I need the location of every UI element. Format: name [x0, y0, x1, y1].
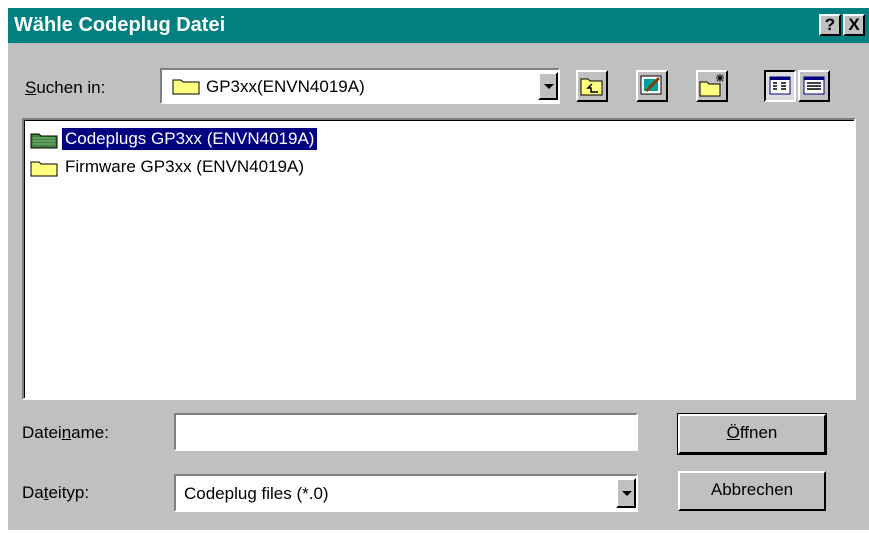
dialog-title: Wähle Codeplug Datei: [14, 14, 226, 36]
details-view-icon: [803, 76, 825, 95]
up-one-level-button[interactable]: [576, 70, 608, 102]
list-item-label: Firmware GP3xx (ENVN4019A): [65, 157, 305, 176]
look-in-label: Suchen in:: [25, 78, 106, 97]
help-button[interactable]: ?: [819, 14, 841, 36]
new-folder-button[interactable]: [696, 70, 728, 102]
open-button[interactable]: Öffnen: [677, 413, 827, 455]
folder-icon: [30, 161, 58, 177]
cancel-button[interactable]: Abbrechen: [678, 471, 826, 511]
new-folder-icon: [699, 74, 724, 97]
chevron-down-icon: [622, 491, 632, 496]
list-view-button[interactable]: [764, 70, 796, 102]
file-open-dialog: Wähle Codeplug Datei ? X Suchen in: GP3x…: [8, 8, 869, 530]
filetype-label: Dateityp:: [22, 483, 90, 502]
filetype-select[interactable]: Codeplug files (*.0): [174, 474, 638, 512]
list-item-label: Codeplugs GP3xx (ENVN4019A): [60, 127, 319, 151]
desktop-button[interactable]: [636, 70, 668, 102]
folder-up-icon: [580, 78, 603, 96]
filetype-value: Codeplug files (*.0): [184, 484, 329, 503]
close-button[interactable]: X: [843, 14, 865, 36]
filetype-dropdown-button[interactable]: [616, 478, 636, 508]
file-list[interactable]: Codeplugs GP3xx (ENVN4019A) Firmware GP3…: [22, 118, 856, 400]
look-in-combobox[interactable]: GP3xx(ENVN4019A): [160, 68, 560, 104]
details-view-button[interactable]: [798, 70, 830, 102]
desktop-icon: [640, 75, 662, 95]
look-in-dropdown-button[interactable]: [538, 72, 558, 100]
look-in-value: GP3xx(ENVN4019A): [206, 77, 365, 96]
chevron-down-icon: [544, 84, 554, 89]
filename-input[interactable]: [174, 413, 638, 451]
title-bar[interactable]: Wähle Codeplug Datei ? X: [8, 8, 869, 43]
filename-label: Dateiname:: [22, 423, 109, 442]
list-view-icon: [769, 76, 791, 95]
folder-icon: [172, 79, 200, 95]
folder-icon: [30, 133, 58, 149]
